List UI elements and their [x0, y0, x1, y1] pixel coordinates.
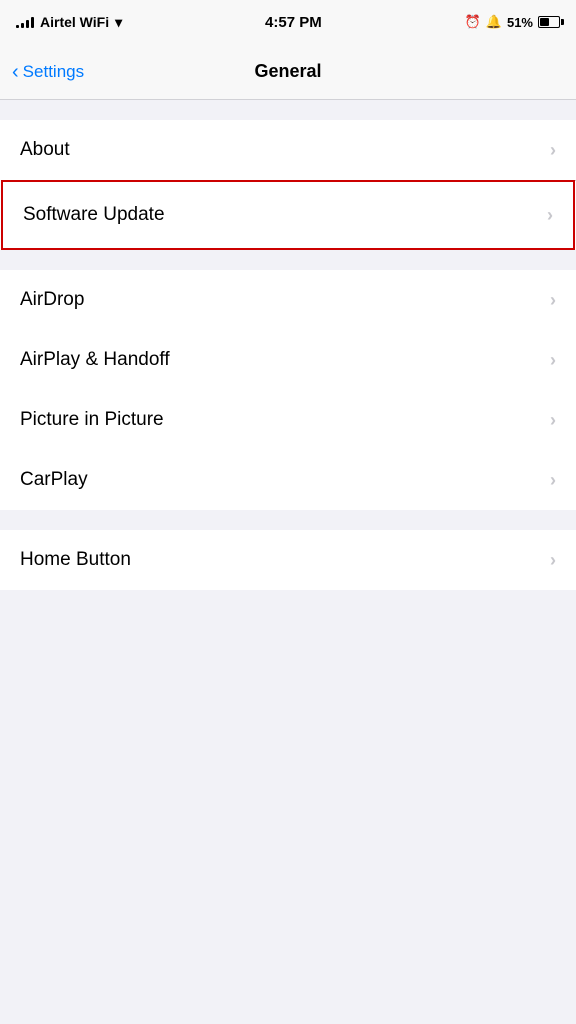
home-button-label: Home Button	[20, 549, 131, 571]
carrier-label: Airtel WiFi	[40, 14, 109, 30]
spacer-2	[0, 510, 576, 530]
airplay-handoff-label: AirPlay & Handoff	[20, 349, 170, 371]
wifi-icon: ▾	[115, 14, 122, 31]
picture-in-picture-label: Picture in Picture	[20, 409, 164, 431]
carplay-chevron-icon: ›	[550, 470, 556, 491]
battery-icon	[538, 16, 560, 28]
airplay-handoff-row[interactable]: AirPlay & Handoff ›	[0, 330, 576, 390]
about-chevron-icon: ›	[550, 140, 556, 161]
battery-percent-label: 51%	[507, 15, 533, 30]
about-label: About	[20, 139, 70, 161]
airdrop-label: AirDrop	[20, 289, 84, 311]
time-label: 4:57 PM	[265, 14, 322, 31]
airdrop-chevron-icon: ›	[550, 290, 556, 311]
back-chevron-icon: ‹	[12, 62, 19, 82]
status-right: ⏰ 🔔 51%	[465, 14, 560, 30]
back-label: Settings	[23, 62, 84, 82]
alarm-icon: ⏰	[465, 14, 481, 30]
about-row[interactable]: About ›	[0, 120, 576, 180]
carplay-row[interactable]: CarPlay ›	[0, 450, 576, 510]
status-bar: Airtel WiFi ▾ 4:57 PM ⏰ 🔔 51%	[0, 0, 576, 44]
back-button[interactable]: ‹ Settings	[12, 62, 84, 82]
home-button-row[interactable]: Home Button ›	[0, 530, 576, 590]
page-title: General	[254, 61, 321, 82]
status-left: Airtel WiFi ▾	[16, 14, 122, 31]
settings-group-2: AirDrop › AirPlay & Handoff › Picture in…	[0, 270, 576, 510]
software-update-label: Software Update	[23, 204, 165, 226]
picture-in-picture-row[interactable]: Picture in Picture ›	[0, 390, 576, 450]
software-update-row[interactable]: Software Update ›	[1, 180, 575, 250]
signal-icon	[16, 16, 34, 28]
settings-group-3: Home Button ›	[0, 530, 576, 590]
nav-bar: ‹ Settings General	[0, 44, 576, 100]
airdrop-row[interactable]: AirDrop ›	[0, 270, 576, 330]
settings-content: About › Software Update › AirDrop › AirP…	[0, 100, 576, 590]
carplay-label: CarPlay	[20, 469, 88, 491]
home-button-chevron-icon: ›	[550, 550, 556, 571]
clock-icon: 🔔	[486, 14, 502, 30]
picture-in-picture-chevron-icon: ›	[550, 410, 556, 431]
spacer-1	[0, 250, 576, 270]
settings-group-1: About › Software Update ›	[0, 120, 576, 250]
software-update-chevron-icon: ›	[547, 205, 553, 226]
airplay-handoff-chevron-icon: ›	[550, 350, 556, 371]
